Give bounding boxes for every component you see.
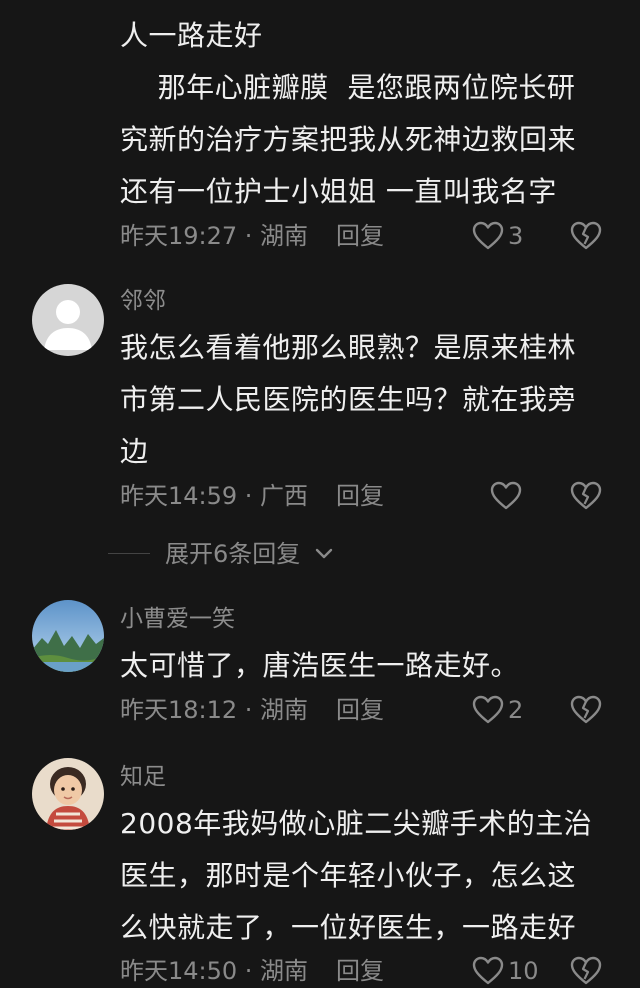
like-count: 3 xyxy=(508,222,524,250)
like-button[interactable]: 2 xyxy=(472,693,523,727)
comment-line: 究新的治疗方案把我从死神边救回来 xyxy=(120,123,577,156)
comment-text: 2008年我妈做心脏二尖瓣手术的主治 医生，那时是个年轻小伙子，怎么这 么快就走… xyxy=(120,798,620,954)
comment-meta: 昨天14:59 · 广西 xyxy=(120,482,309,510)
comment-text: 人一路走好 那年心脏瓣膜 是您跟两位院长研 究新的治疗方案把我从死神边救回来 还… xyxy=(120,10,620,218)
dislike-button[interactable] xyxy=(570,219,602,253)
comment-line: 市第二人民医院的医生吗？就在我旁 xyxy=(120,383,577,416)
username[interactable]: 小曹爱一笑 xyxy=(120,604,235,634)
like-count: 10 xyxy=(508,957,539,985)
comment-line: 还有一位护士小姐姐 一直叫我名字 xyxy=(120,175,557,208)
heart-icon xyxy=(472,221,504,250)
username[interactable]: 邻邻 xyxy=(120,286,166,316)
heart-icon xyxy=(472,695,504,724)
comment-item: 邻邻 我怎么看着他那么眼熟？是原来桂林 市第二人民医院的医生吗？就在我旁 边 昨… xyxy=(0,280,640,530)
comment-line: 我怎么看着他那么眼熟？是原来桂林 xyxy=(120,331,577,364)
comment-line: 医生，那时是个年轻小伙子，怎么这 xyxy=(120,859,577,892)
dislike-button[interactable] xyxy=(570,693,602,727)
dislike-button[interactable] xyxy=(570,479,602,513)
like-button[interactable]: 3 xyxy=(472,219,523,253)
reply-button[interactable]: 回复 xyxy=(336,219,384,253)
expand-replies-button[interactable]: 展开6条回复 xyxy=(0,537,640,571)
avatar[interactable] xyxy=(32,284,104,356)
comment-line: 2008年我妈做心脏二尖瓣手术的主治 xyxy=(120,807,593,840)
username[interactable]: 知足 xyxy=(120,762,166,792)
broken-heart-icon xyxy=(570,481,602,510)
dislike-button[interactable] xyxy=(570,954,602,988)
reply-button[interactable]: 回复 xyxy=(336,479,384,513)
comment-line: 么快就走了，一位好医生，一路走好 xyxy=(120,911,577,944)
avatar[interactable] xyxy=(32,600,104,672)
heart-icon xyxy=(490,481,522,510)
comment-text: 太可惜了，唐浩医生一路走好。 xyxy=(120,640,620,692)
comment-line: 那年心脏瓣膜 是您跟两位院长研 xyxy=(120,71,576,104)
comment-line: 边 xyxy=(120,435,149,468)
heart-icon xyxy=(472,956,504,985)
like-button[interactable] xyxy=(490,479,526,513)
comment-item: 人一路走好 那年心脏瓣膜 是您跟两位院长研 究新的治疗方案把我从死神边救回来 还… xyxy=(0,0,640,260)
expand-replies-label: 展开6条回复 xyxy=(165,540,301,568)
broken-heart-icon xyxy=(570,695,602,724)
chevron-down-icon xyxy=(315,548,333,559)
broken-heart-icon xyxy=(570,956,602,985)
like-count: 2 xyxy=(508,696,524,724)
default-avatar-icon xyxy=(44,300,92,350)
comment-text: 我怎么看着他那么眼熟？是原来桂林 市第二人民医院的医生吗？就在我旁 边 xyxy=(120,322,620,478)
broken-heart-icon xyxy=(570,221,602,250)
like-button[interactable]: 10 xyxy=(472,954,539,988)
comment-item: 知足 2008年我妈做心脏二尖瓣手术的主治 医生，那时是个年轻小伙子，怎么这 么… xyxy=(0,756,640,985)
comment-meta: 昨天19:27 · 湖南 xyxy=(120,222,309,250)
comment-line: 人一路走好 xyxy=(120,19,263,52)
comment-item: 小曹爱一笑 太可惜了，唐浩医生一路走好。 昨天18:12 · 湖南 回复 2 xyxy=(0,596,640,746)
landscape-avatar xyxy=(32,600,104,672)
comment-meta: 昨天18:12 · 湖南 xyxy=(120,696,309,724)
divider xyxy=(108,553,150,554)
comment-meta: 昨天14:50 · 湖南 xyxy=(120,957,309,985)
reply-button[interactable]: 回复 xyxy=(336,954,384,988)
comment-line: 太可惜了，唐浩医生一路走好。 xyxy=(120,649,520,682)
reply-button[interactable]: 回复 xyxy=(336,693,384,727)
avatar[interactable] xyxy=(32,758,104,830)
child-photo-avatar xyxy=(32,758,104,830)
